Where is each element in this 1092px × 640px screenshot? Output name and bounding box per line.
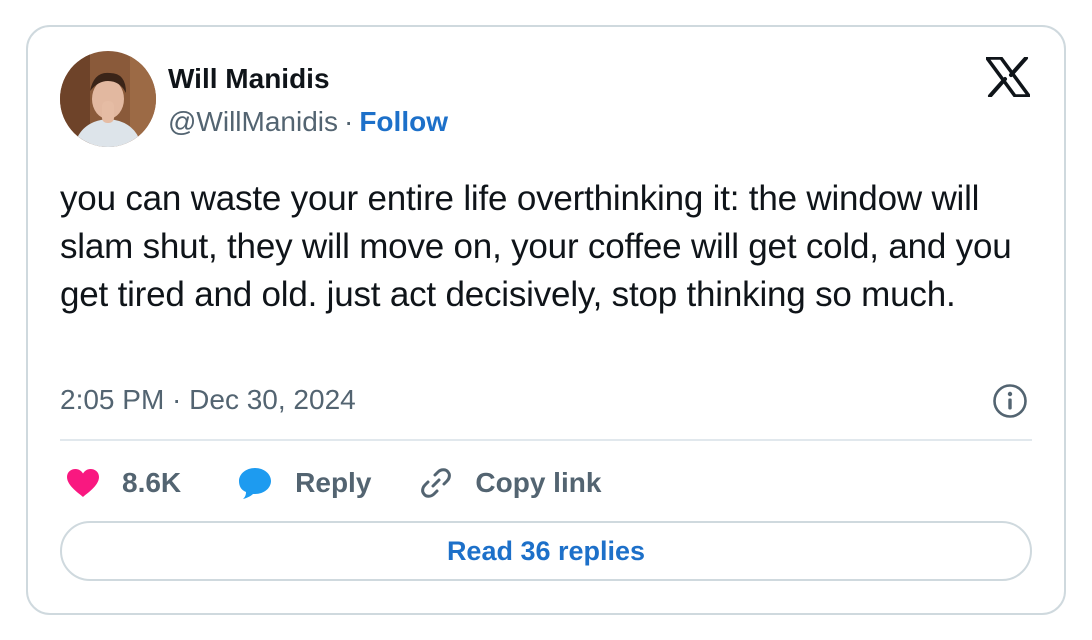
read-replies-button[interactable]: Read 36 replies <box>60 521 1032 581</box>
avatar[interactable] <box>60 51 156 147</box>
reply-label: Reply <box>295 467 372 498</box>
like-button[interactable]: 8.6K <box>66 467 181 499</box>
follow-button[interactable]: Follow <box>359 106 448 137</box>
tweet-embed-card: Will Manidis @WillManidis · Follow you can… <box>26 25 1066 615</box>
action-bar: 8.6K Reply Copy link <box>66 463 601 503</box>
divider <box>60 439 1032 441</box>
copy-link-label: Copy link <box>475 467 602 498</box>
author-handle-row: @WillManidis · Follow <box>168 106 448 138</box>
copy-link-button[interactable]: Copy link <box>419 466 601 500</box>
separator-dot: · <box>344 106 354 137</box>
like-count: 8.6K <box>122 467 182 498</box>
speech-bubble-icon <box>237 466 273 500</box>
link-icon <box>419 466 453 500</box>
author-display-name[interactable]: Will Manidis <box>168 63 330 95</box>
reply-button[interactable]: Reply <box>237 466 371 500</box>
tweet-text: you can waste your entire life overthink… <box>60 179 1012 314</box>
x-logo-icon[interactable] <box>985 56 1031 98</box>
info-icon[interactable] <box>992 383 1028 419</box>
heart-icon <box>66 468 100 498</box>
author-handle[interactable]: @WillManidis <box>168 106 338 137</box>
tweet-timestamp[interactable]: 2:05 PM · Dec 30, 2024 <box>60 383 356 417</box>
